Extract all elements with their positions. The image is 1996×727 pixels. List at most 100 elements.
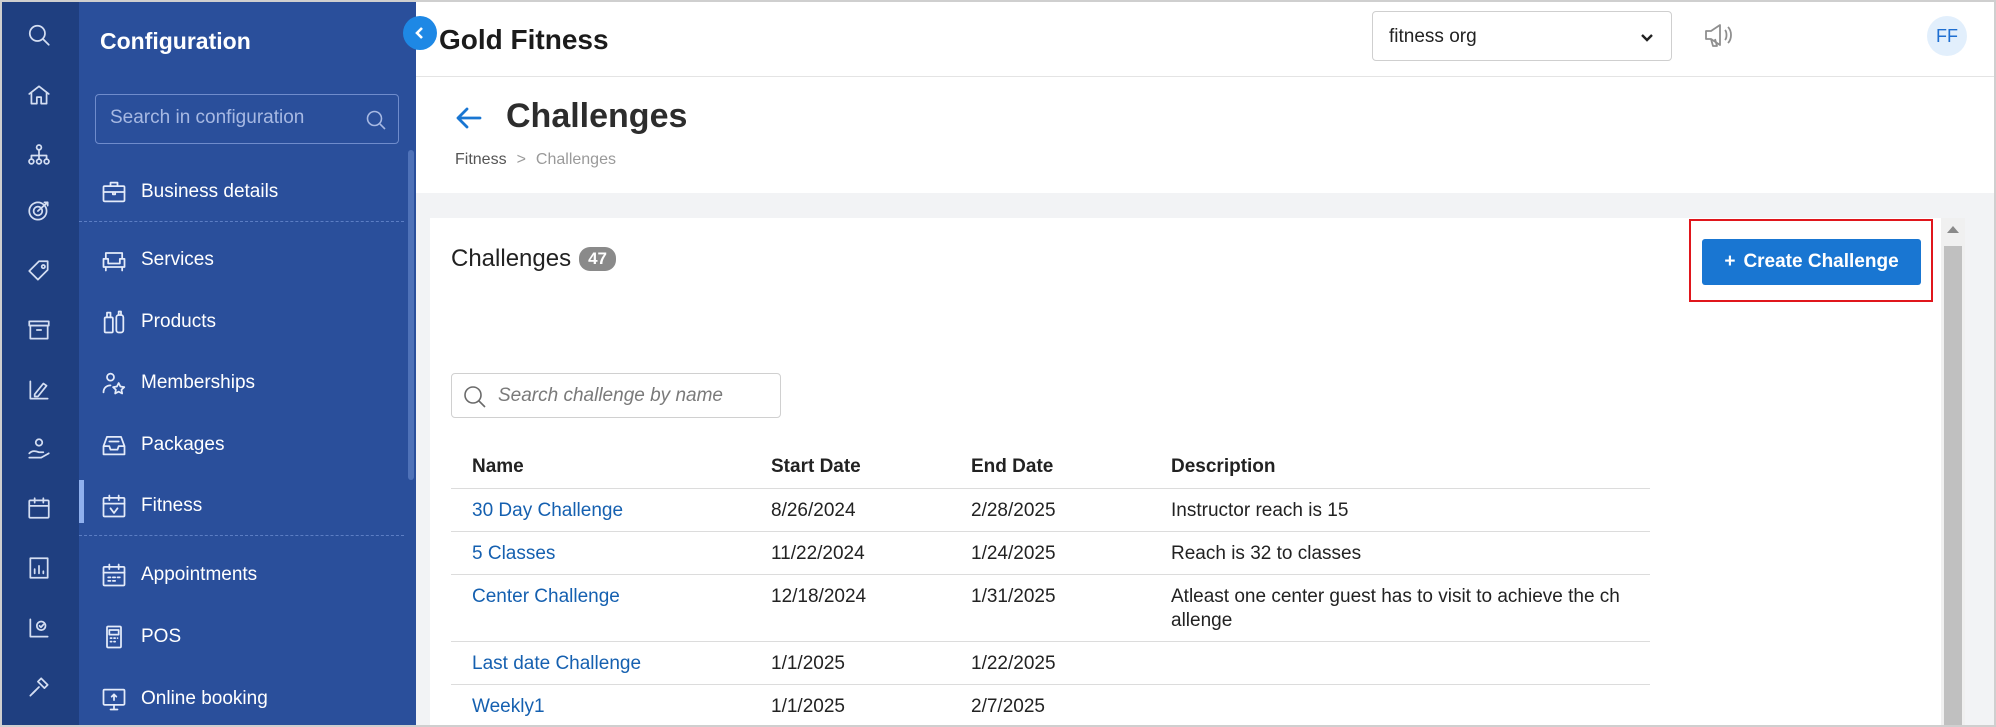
card-header: Challenges 47 xyxy=(451,245,617,273)
page-title: Challenges xyxy=(506,97,688,135)
end-date-cell: 1/24/2025 xyxy=(950,531,1150,575)
bottles-icon xyxy=(99,307,129,337)
sidebar-item-label: Business details xyxy=(141,181,279,202)
start-date-cell: 8/26/2024 xyxy=(750,488,950,532)
org-selector-value: fitness org xyxy=(1389,26,1477,47)
table-row[interactable]: 30 Day Challenge 8/26/2024 2/28/2025 Ins… xyxy=(451,488,1650,532)
config-search-input[interactable] xyxy=(110,107,340,129)
breadcrumb-item-current: Challenges xyxy=(535,151,616,168)
sidebar-item-services[interactable]: Services xyxy=(79,232,404,288)
challenge-name-link[interactable]: Weekly1 xyxy=(451,684,750,727)
sidebar-item-appointments[interactable]: Appointments xyxy=(79,547,404,603)
card-title: Challenges xyxy=(451,245,572,272)
sidebar-item-online-booking[interactable]: Online booking xyxy=(79,671,404,727)
plus-icon: + xyxy=(1724,251,1736,272)
description-cell: Reach is 32 to classes xyxy=(1150,531,1650,575)
org-selector[interactable]: fitness org xyxy=(1372,11,1672,61)
sidebar-item-label: Online booking xyxy=(141,688,268,709)
hand-care-icon[interactable] xyxy=(24,434,54,464)
create-challenge-label: Create Challenge xyxy=(1743,251,1899,272)
analytics-icon[interactable] xyxy=(24,613,54,643)
end-date-cell: 2/28/2025 xyxy=(950,488,1150,532)
icon-rail xyxy=(0,0,79,727)
home-icon[interactable] xyxy=(24,80,54,110)
column-header-name[interactable]: Name xyxy=(451,446,750,489)
report-icon[interactable] xyxy=(24,553,54,583)
breadcrumb: Fitness > Challenges xyxy=(455,151,616,169)
target-icon[interactable] xyxy=(24,196,54,226)
description-cell xyxy=(1150,684,1650,727)
chevron-left-icon xyxy=(415,27,423,39)
sidebar-item-packages[interactable]: Packages xyxy=(79,417,404,473)
collapse-sidebar-button[interactable] xyxy=(403,16,437,50)
table-row[interactable]: 5 Classes 11/22/2024 1/24/2025 Reach is … xyxy=(451,531,1650,575)
sidebar-item-label: Memberships xyxy=(141,372,256,393)
search-icon xyxy=(462,384,488,410)
tag-icon[interactable] xyxy=(24,256,54,286)
fitness-calendar-icon xyxy=(99,491,129,521)
table-row[interactable]: Last date Challenge 1/1/2025 1/22/2025 xyxy=(451,641,1650,685)
scrollbar-thumb[interactable] xyxy=(1944,246,1962,727)
sidebar-item-label: Packages xyxy=(141,434,225,455)
sidebar-scrollbar[interactable] xyxy=(408,150,414,480)
create-challenge-button[interactable]: + Create Challenge xyxy=(1702,239,1921,285)
megaphone-icon[interactable] xyxy=(1701,18,1735,52)
description-cell: Instructor reach is 15 xyxy=(1150,488,1650,532)
breadcrumb-separator: > xyxy=(516,151,526,168)
briefcase-icon xyxy=(99,177,129,207)
count-badge: 47 xyxy=(579,247,617,271)
brand-name: Gold Fitness xyxy=(439,24,609,55)
box-icon[interactable] xyxy=(24,315,54,345)
page-header: Challenges Fitness > Challenges xyxy=(416,77,1996,193)
armchair-icon xyxy=(99,245,129,275)
column-header-end-date[interactable]: End Date xyxy=(950,446,1150,489)
end-date-cell: 1/31/2025 xyxy=(950,574,1150,642)
sidebar-item-fitness[interactable]: Fitness xyxy=(79,478,404,534)
sidebar-item-pos[interactable]: POS xyxy=(79,609,404,665)
sidebar-item-business-details[interactable]: Business details xyxy=(79,164,404,220)
challenge-search-box[interactable] xyxy=(451,373,781,418)
calendar-icon xyxy=(99,560,129,590)
description-cell xyxy=(1150,641,1650,685)
challenge-name-link[interactable]: 30 Day Challenge xyxy=(451,488,750,532)
start-date-cell: 12/18/2024 xyxy=(750,574,950,642)
sidebar-item-label: Appointments xyxy=(141,564,258,585)
challenge-name-link[interactable]: Last date Challenge xyxy=(451,641,750,685)
end-date-cell: 2/7/2025 xyxy=(950,684,1150,727)
table-row[interactable]: Center Challenge 12/18/2024 1/31/2025 At… xyxy=(451,574,1650,642)
search-icon[interactable] xyxy=(24,20,54,50)
breadcrumb-item-fitness[interactable]: Fitness xyxy=(455,151,507,168)
sidebar-item-label: POS xyxy=(141,626,182,647)
sidebar-item-label: Products xyxy=(141,311,216,332)
chevron-down-icon xyxy=(1639,29,1655,45)
member-star-icon xyxy=(99,368,129,398)
start-date-cell: 1/1/2025 xyxy=(750,641,950,685)
back-arrow-icon[interactable] xyxy=(452,101,486,135)
chart-pencil-icon[interactable] xyxy=(24,375,54,405)
avatar[interactable]: FF xyxy=(1927,16,1967,56)
tools-icon[interactable] xyxy=(24,672,54,702)
sidebar-item-label: Services xyxy=(141,249,214,270)
challenge-name-link[interactable]: 5 Classes xyxy=(451,531,750,575)
challenge-search-input[interactable] xyxy=(498,385,768,407)
scroll-up-icon[interactable] xyxy=(1947,226,1959,233)
challenges-table: Name Start Date End Date Description 30 … xyxy=(451,446,1650,727)
org-chart-icon[interactable] xyxy=(24,140,54,170)
configuration-sidebar: Configuration Business details Services … xyxy=(79,0,416,727)
sidebar-title: Configuration xyxy=(100,28,251,54)
start-date-cell: 11/22/2024 xyxy=(750,531,950,575)
calendar-icon[interactable] xyxy=(24,493,54,523)
table-row[interactable]: Weekly1 1/1/2025 2/7/2025 xyxy=(451,684,1650,727)
main-scrollbar[interactable] xyxy=(1941,218,1965,727)
sidebar-item-label: Fitness xyxy=(141,495,203,516)
sidebar-item-products[interactable]: Products xyxy=(79,294,404,350)
top-bar: Gold Fitness fitness org FF xyxy=(416,0,1996,77)
monitor-icon xyxy=(99,684,129,714)
column-header-description[interactable]: Description xyxy=(1150,446,1650,489)
end-date-cell: 1/22/2025 xyxy=(950,641,1150,685)
sidebar-item-memberships[interactable]: Memberships xyxy=(79,355,404,411)
challenge-name-link[interactable]: Center Challenge xyxy=(451,574,750,642)
config-search-box[interactable] xyxy=(95,94,399,144)
column-header-start-date[interactable]: Start Date xyxy=(750,446,950,489)
description-cell: Atleast one center guest has to visit to… xyxy=(1150,574,1650,642)
